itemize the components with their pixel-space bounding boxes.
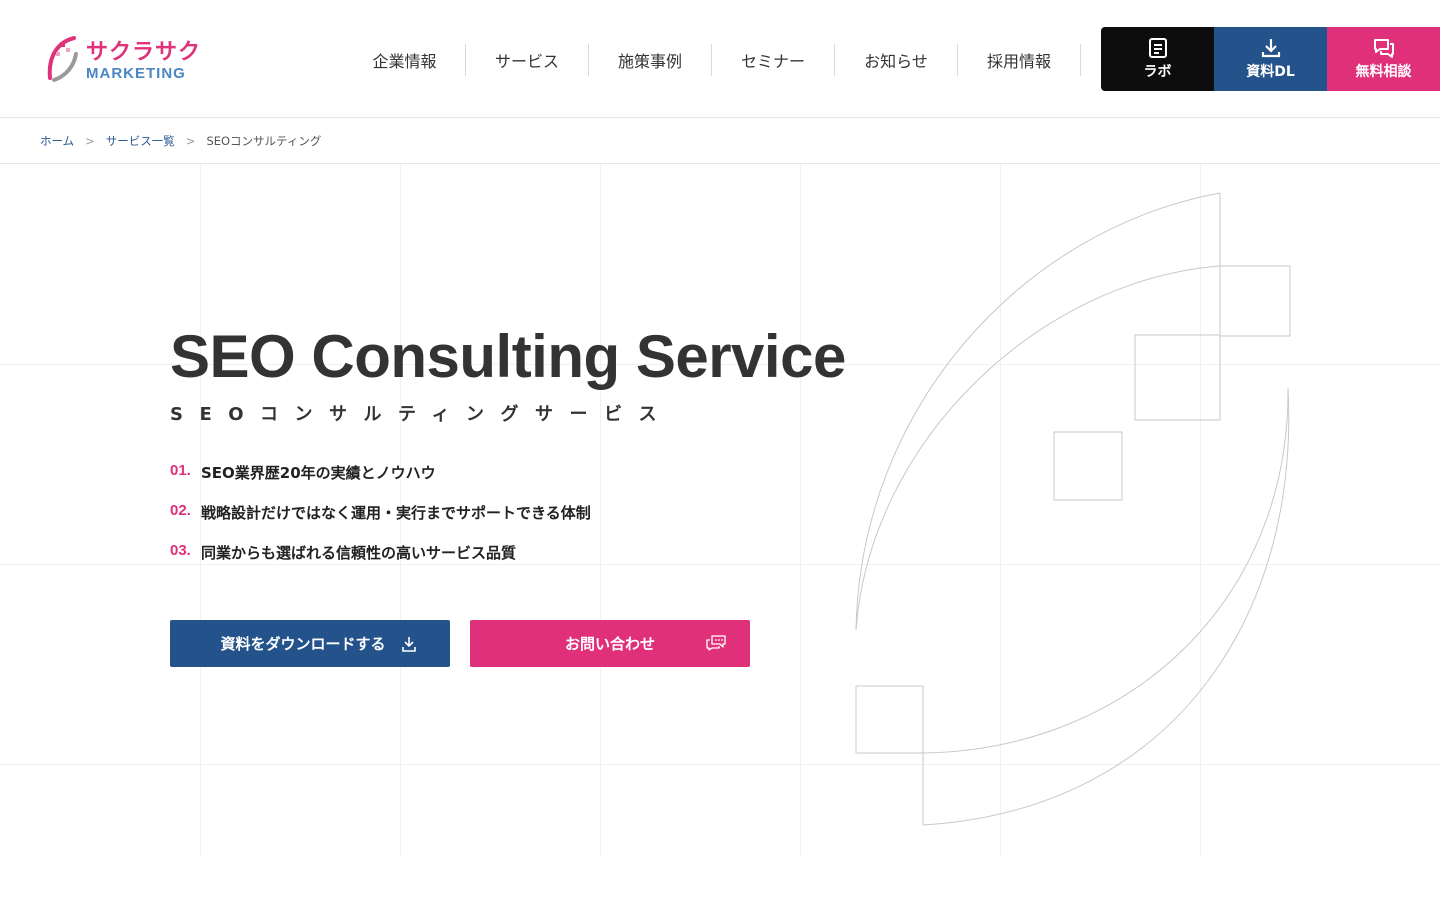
feature-number: 03. (170, 542, 191, 559)
breadcrumb-current-page: SEOコンサルティング (206, 134, 322, 148)
contact-button[interactable]: お問い合わせ (470, 620, 750, 667)
free-consultation-button[interactable]: 無料相談 (1327, 27, 1440, 91)
feature-item: 01. SEO業界歴20年の実績とノウハウ (170, 462, 591, 502)
download-button-label: 資料DL (1246, 64, 1295, 80)
breadcrumb-separator: > (185, 134, 196, 148)
hero-subtitle: SEOコンサルティングサービス (170, 404, 673, 425)
chat-icon (1373, 39, 1394, 58)
site-logo[interactable]: サクラサク MARKETING (44, 34, 214, 86)
lab-button-label: ラボ (1143, 64, 1172, 80)
breadcrumb-separator: > (85, 134, 95, 148)
feature-text: 戦略設計だけではなく運用・実行までサポートできる体制 (201, 504, 591, 522)
chat-bubble-icon (706, 635, 726, 651)
header-action-buttons: ラボ 資料DL 無料相談 (1101, 27, 1440, 91)
download-arrow-icon (402, 637, 416, 652)
lab-button[interactable]: ラボ (1101, 27, 1214, 91)
feature-text: 同業からも選ばれる信頼性の高いサービス品質 (201, 544, 517, 562)
download-document-label: 資料をダウンロードする (220, 635, 386, 653)
hero-feature-list: 01. SEO業界歴20年の実績とノウハウ 02. 戦略設計だけではなく運用・実… (170, 462, 591, 582)
global-nav: 企業情報 サービス 施策事例 セミナー お知らせ 採用情報 (344, 44, 1081, 76)
download-materials-button[interactable]: 資料DL (1214, 27, 1327, 91)
feature-item: 02. 戦略設計だけではなく運用・実行までサポートできる体制 (170, 502, 591, 542)
logo-japanese-text: サクラサク (86, 40, 202, 65)
download-icon (1261, 39, 1280, 58)
hero-title: SEO Consulting Service (170, 323, 846, 390)
nav-item-company[interactable]: 企業情報 (344, 44, 466, 76)
feature-item: 03. 同業からも選ばれる信頼性の高いサービス品質 (170, 542, 591, 582)
nav-item-case-studies[interactable]: 施策事例 (589, 44, 712, 76)
feature-number: 02. (170, 502, 191, 519)
breadcrumb-home-link[interactable]: ホーム (40, 133, 74, 149)
nav-item-news[interactable]: お知らせ (835, 44, 958, 76)
breadcrumb: ホーム > サービス一覧 > SEOコンサルティング (40, 131, 321, 151)
feature-text: SEO業界歴20年の実績とノウハウ (201, 464, 436, 482)
consultation-button-label: 無料相談 (1355, 64, 1412, 80)
nav-item-services[interactable]: サービス (466, 44, 589, 76)
breadcrumb-services-link[interactable]: サービス一覧 (106, 133, 175, 149)
logo-mark-icon (47, 36, 78, 82)
download-document-button[interactable]: 資料をダウンロードする (170, 620, 450, 667)
site-header: サクラサク MARKETING 企業情報 サービス 施策事例 セミナー お知らせ… (0, 0, 1440, 118)
logo-english-text: MARKETING (86, 65, 186, 82)
decorative-logo-outline (855, 192, 1291, 826)
feature-number: 01. (170, 462, 191, 479)
nav-item-recruit[interactable]: 採用情報 (958, 44, 1081, 76)
contact-button-label: お問い合わせ (564, 635, 655, 653)
nav-item-seminars[interactable]: セミナー (712, 44, 835, 76)
document-icon (1148, 38, 1167, 58)
